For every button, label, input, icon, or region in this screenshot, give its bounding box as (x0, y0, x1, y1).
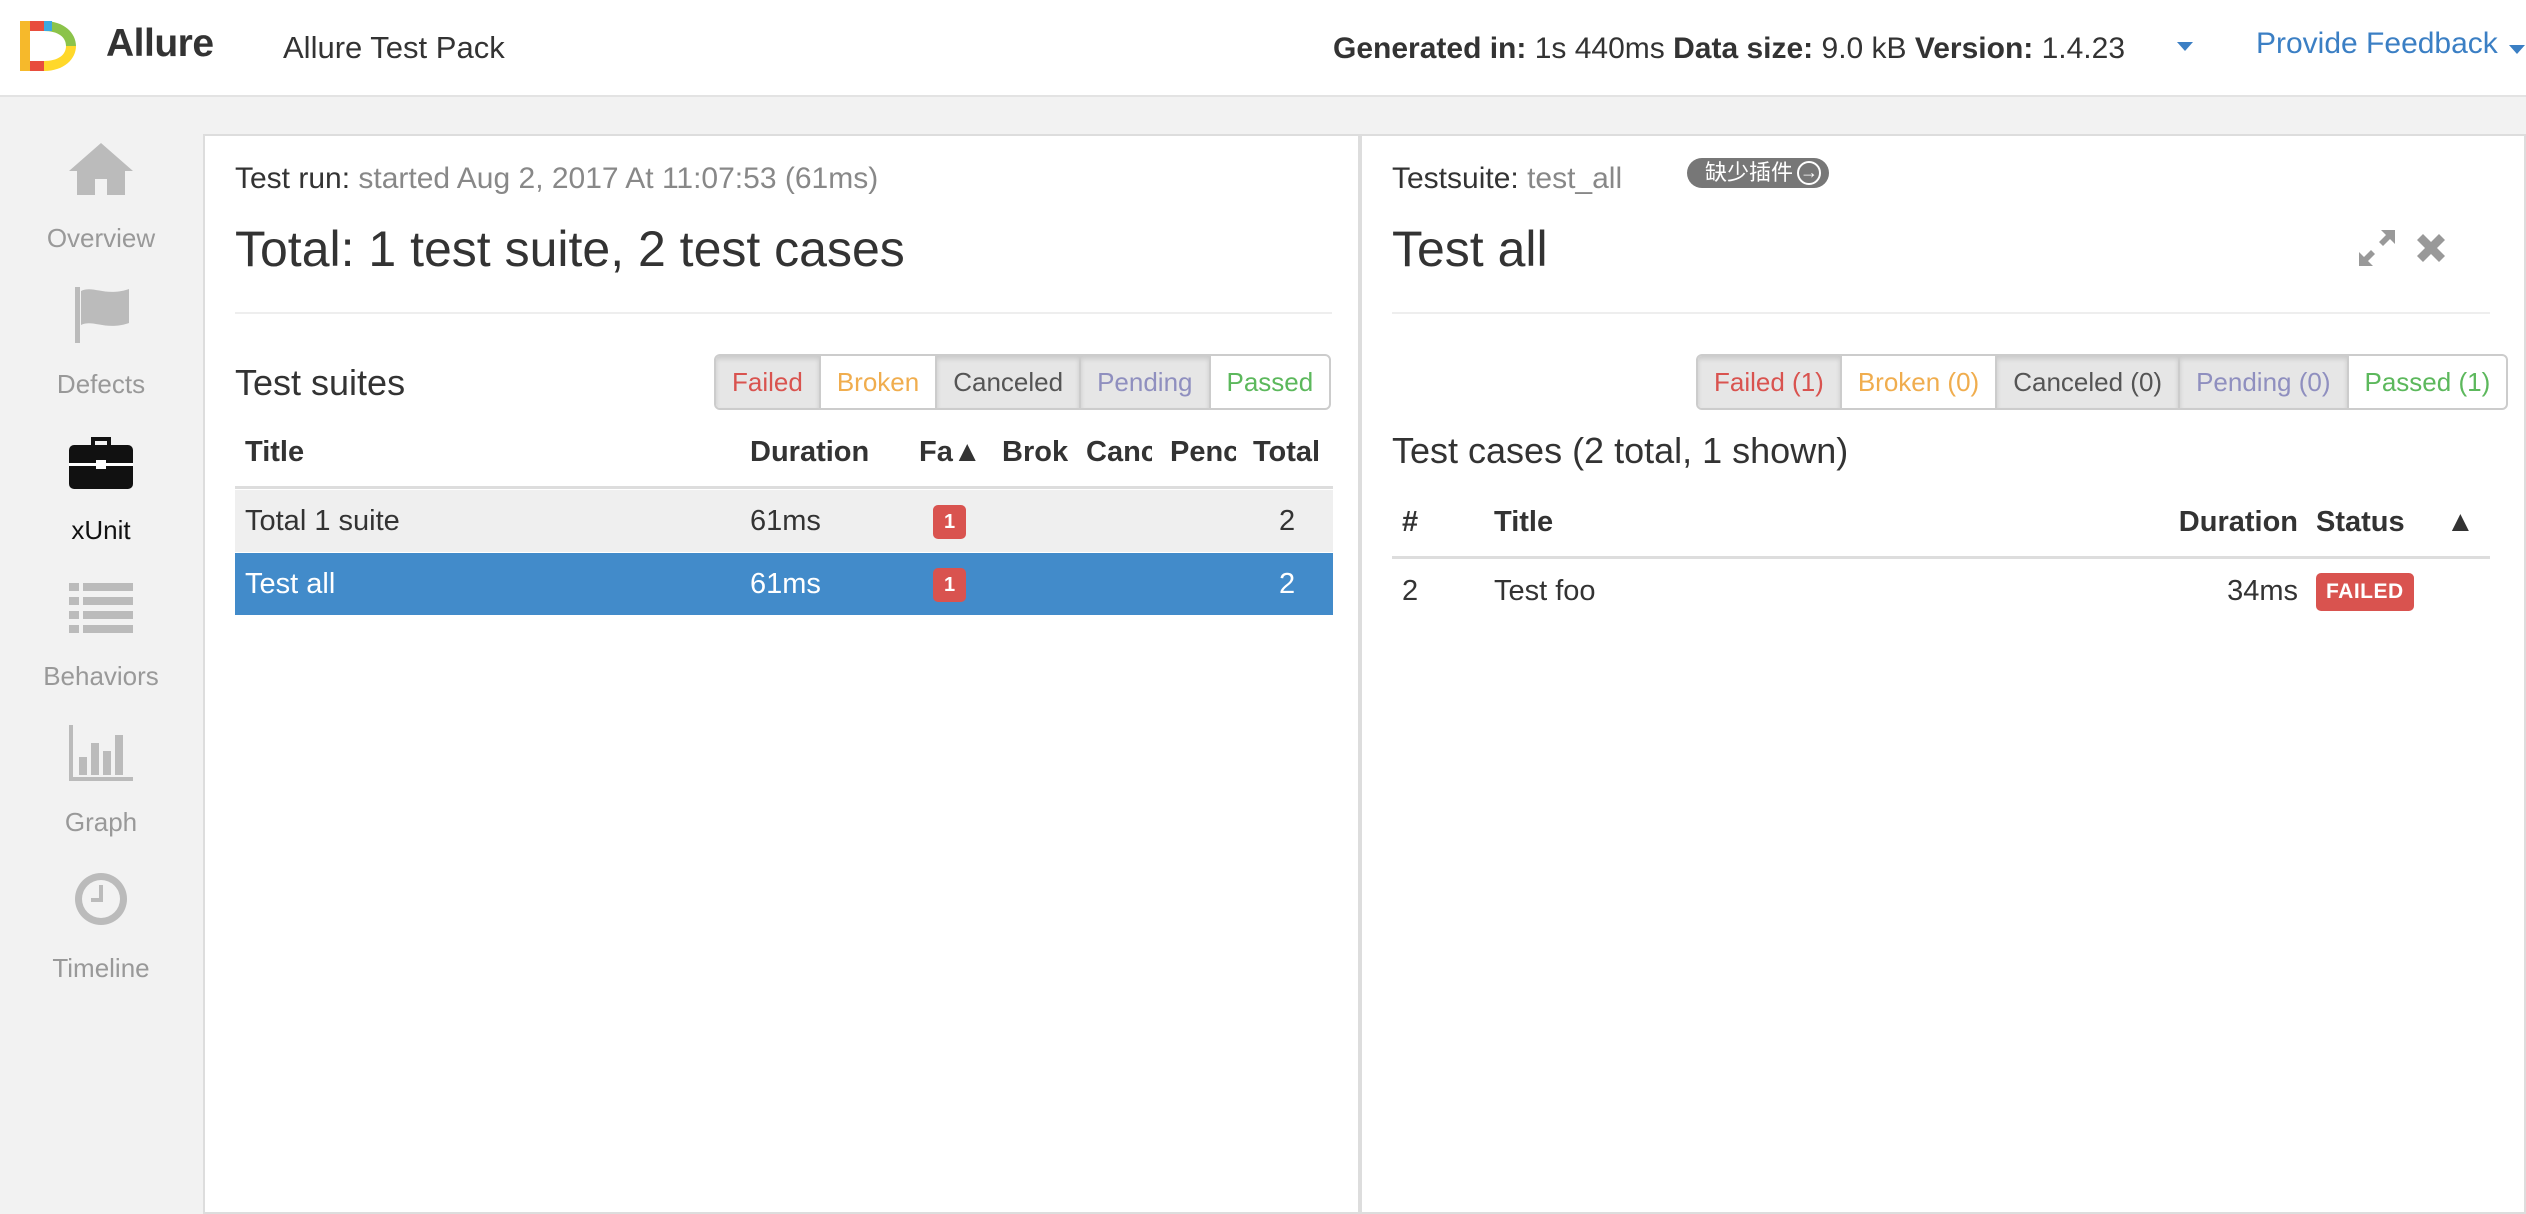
filter-broken[interactable]: Broken (821, 356, 938, 408)
column-header-duration[interactable]: Duration (750, 436, 900, 469)
page-title: Total: 1 test suite, 2 test cases (235, 221, 905, 277)
sidebar-item-label: Defects (56, 369, 146, 399)
testsuite-info: Testsuite: test_all (1392, 162, 1622, 196)
filter-pending[interactable]: Pending (1081, 356, 1211, 408)
sort-ascending-icon[interactable]: ▲ (2446, 506, 2486, 539)
row-title: Test all (245, 568, 336, 600)
column-header-broken[interactable]: Brok (1002, 436, 1070, 469)
flag-icon (75, 287, 129, 343)
test-run-pane: Test run: started Aug 2, 2017 At 11:07:5… (203, 134, 1360, 1214)
test-cases-table: # Title Duration Status ▲ 2 Test foo 34m… (1392, 506, 2490, 706)
column-header-title[interactable]: Title (245, 436, 545, 469)
column-header-number[interactable]: # (1402, 506, 1442, 539)
top-header: Allure Allure Test Pack Generated in: 1s… (0, 0, 2526, 97)
column-header-status[interactable]: Status (2316, 506, 2436, 539)
row-duration: 34ms (2227, 575, 2298, 607)
generated-label: Generated in: (1333, 32, 1527, 65)
row-total: 2 (1279, 568, 1296, 600)
filter-broken[interactable]: Broken (0) (1842, 356, 1998, 408)
divider (235, 312, 1332, 314)
test-suites-title: Test suites (235, 362, 406, 403)
test-suites-table: Title Duration Fa▲ Brok Canc Penc Total … (235, 436, 1333, 756)
missing-plugin-label: 缺少插件 (1705, 160, 1794, 185)
row-duration: 61ms (750, 568, 821, 600)
table-row[interactable]: 2 Test foo 34ms FAILED (1392, 560, 2490, 622)
test-run-value: started Aug 2, 2017 At 11:07:53 (61ms) (350, 162, 879, 195)
failed-count-badge: 1 (933, 568, 967, 603)
failed-count-badge: 1 (933, 505, 967, 540)
sidebar-item-label: Behaviors (43, 661, 159, 691)
column-header-duration[interactable]: Duration (2168, 506, 2298, 539)
row-failed-cell: 1 (933, 490, 967, 552)
status-filter-group: Failed (1) Broken (0) Canceled (0) Pendi… (1696, 354, 2509, 410)
row-duration: 61ms (750, 505, 821, 537)
status-badge: FAILED (2316, 573, 2414, 612)
missing-plugin-pill[interactable]: 缺少插件 → (1687, 158, 1830, 188)
row-title: Total 1 suite (245, 505, 400, 537)
table-header-divider (235, 486, 1333, 489)
sidebar: Overview Defects xUnit Behaviors Graph T… (0, 99, 202, 1214)
testsuite-value: test_all (1518, 162, 1623, 195)
status-filter-group: Failed Broken Canceled Pending Passed (714, 354, 1332, 410)
sidebar-item-label: Graph (64, 807, 138, 837)
sidebar-item-label: Timeline (52, 953, 150, 983)
column-header-title[interactable]: Title (1494, 506, 1694, 539)
table-row-selected[interactable]: Test all 61ms 1 2 (235, 553, 1333, 615)
row-number: 2 (1402, 575, 1419, 607)
sidebar-item-overview[interactable]: Overview (0, 139, 202, 269)
filter-failed[interactable]: Failed (1) (1698, 356, 1842, 408)
brand-name[interactable]: Allure (106, 22, 214, 66)
sidebar-item-defects[interactable]: Defects (0, 285, 202, 415)
generated-value: 1s 440ms (1526, 32, 1674, 65)
filter-failed[interactable]: Failed (716, 356, 821, 408)
sidebar-item-timeline[interactable]: Timeline (0, 869, 202, 999)
row-title: Test foo (1494, 575, 1596, 607)
provide-feedback-link[interactable]: Provide Feedback (2256, 27, 2498, 61)
clock-icon (75, 873, 127, 925)
sidebar-item-label: Overview (46, 223, 156, 253)
testsuite-title: Test all (1392, 221, 1548, 277)
test-run-info: Test run: started Aug 2, 2017 At 11:07:5… (235, 162, 878, 196)
divider (1392, 312, 2490, 314)
column-header-failed[interactable]: Fa▲ (919, 436, 989, 469)
testsuite-detail-pane: Testsuite: test_all 缺少插件 → Test all Faile… (1360, 134, 2526, 1214)
briefcase-icon (69, 437, 133, 489)
report-meta: Generated in: 1s 440ms Data size: 9.0 kB… (1333, 32, 2125, 66)
column-header-total[interactable]: Total (1253, 436, 1323, 469)
report-name: Allure Test Pack (283, 30, 505, 65)
home-icon (69, 143, 133, 195)
filter-passed[interactable]: Passed (1) (2349, 356, 2507, 408)
test-run-label: Test run: (235, 162, 351, 195)
arrow-right-icon: → (1797, 160, 1822, 185)
list-icon (69, 583, 133, 633)
column-header-canceled[interactable]: Canc (1086, 436, 1152, 469)
version-label: Version: (1914, 32, 2034, 65)
table-header-divider (1392, 556, 2490, 559)
row-status-cell: FAILED (2316, 560, 2414, 622)
datasize-label: Data size: (1673, 32, 1814, 65)
filter-canceled[interactable]: Canceled (937, 356, 1082, 408)
bar-chart-icon (69, 725, 133, 781)
filter-pending[interactable]: Pending (0) (2180, 356, 2349, 408)
row-total: 2 (1279, 505, 1296, 537)
test-cases-title: Test cases (2 total, 1 shown) (1392, 430, 1849, 471)
row-failed-cell: 1 (933, 553, 967, 615)
version-value: 1.4.23 (2033, 32, 2126, 65)
allure-logo-icon (20, 21, 76, 71)
language-dropdown-icon[interactable] (2177, 42, 2193, 51)
sidebar-item-xunit[interactable]: xUnit (0, 431, 202, 561)
sidebar-item-label: xUnit (71, 515, 131, 545)
sidebar-item-behaviors[interactable]: Behaviors (0, 577, 202, 707)
close-icon[interactable] (2411, 228, 2451, 268)
feedback-dropdown-icon[interactable] (2509, 45, 2525, 54)
table-row[interactable]: Total 1 suite 61ms 1 2 (235, 490, 1333, 552)
expand-icon[interactable] (2355, 226, 2399, 270)
column-header-pending[interactable]: Penc (1170, 436, 1236, 469)
filter-canceled[interactable]: Canceled (0) (1997, 356, 2181, 408)
filter-passed[interactable]: Passed (1211, 356, 1330, 408)
datasize-value: 9.0 kB (1813, 32, 1915, 65)
sidebar-item-graph[interactable]: Graph (0, 723, 202, 853)
testsuite-label: Testsuite: (1392, 162, 1519, 195)
